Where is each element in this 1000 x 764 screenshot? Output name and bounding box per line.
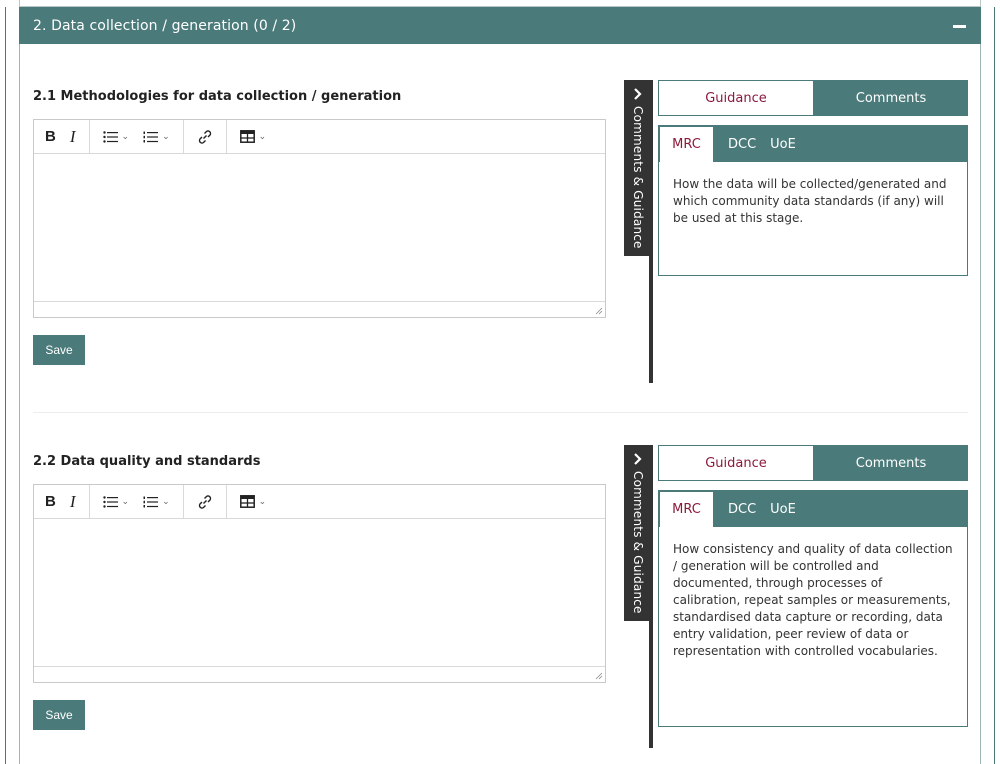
chevron-down-icon: ⌄ [258, 131, 267, 142]
chevron-down-icon: ⌄ [121, 496, 130, 507]
section-title: 2. Data collection / generation (0 / 2) [33, 17, 297, 34]
comments-guidance-toggle[interactable]: Comments & Guidance [624, 80, 653, 256]
numbered-list-icon [143, 496, 159, 507]
link-button[interactable] [190, 494, 220, 510]
link-icon [198, 494, 211, 509]
question-divider [33, 412, 968, 413]
chevron-right-icon [634, 453, 642, 465]
chevron-down-icon: ⌄ [162, 496, 170, 507]
side-tab-label: Comments & Guidance [631, 106, 645, 249]
resize-handle-icon[interactable] [595, 672, 603, 680]
editor-content-area[interactable] [34, 154, 605, 302]
tab-comments[interactable]: Comments [814, 445, 968, 481]
collapse-minus-icon[interactable] [953, 19, 967, 33]
italic-button[interactable]: I [63, 127, 83, 147]
tab-mrc[interactable]: MRC [659, 126, 714, 162]
bullet-list-icon [102, 495, 118, 508]
resize-handle-icon[interactable] [595, 307, 603, 315]
side-tab-label: Comments & Guidance [631, 471, 645, 614]
link-button[interactable] [190, 129, 220, 145]
tab-guidance[interactable]: Guidance [658, 80, 814, 116]
numbered-list-button[interactable]: ⌄ [136, 131, 177, 143]
table-button[interactable]: ⌄ [233, 130, 274, 143]
editor-toolbar: B I ⌄ ⌄ ⌄ [34, 484, 605, 519]
tab-comments[interactable]: Comments [814, 80, 968, 116]
rich-text-editor[interactable]: B I ⌄ ⌄ ⌄ [33, 484, 606, 683]
tab-dcc[interactable]: DCC [714, 491, 770, 527]
chevron-right-icon [634, 88, 642, 100]
table-icon [239, 495, 255, 508]
editor-toolbar: B I ⌄ ⌄ ⌄ [34, 119, 605, 154]
guidance-comments-tabs: Guidance Comments [658, 445, 968, 481]
question-2-1: 2.1 Methodologies for data collection / … [33, 89, 606, 109]
guidance-panel: MRC DCC UoE How the data will be collect… [658, 125, 968, 276]
tab-uoe[interactable]: UoE [770, 491, 810, 527]
guidance-org-tabs: MRC DCC UoE [659, 126, 967, 162]
question-2-2: 2.2 Data quality and standards [33, 454, 606, 474]
bold-button[interactable]: B [38, 493, 63, 510]
save-button[interactable]: Save [33, 700, 85, 730]
tab-uoe[interactable]: UoE [770, 126, 810, 162]
chevron-down-icon: ⌄ [258, 496, 267, 507]
chevron-down-icon: ⌄ [162, 131, 170, 142]
tab-mrc[interactable]: MRC [659, 491, 714, 527]
chevron-down-icon: ⌄ [121, 131, 130, 142]
italic-button[interactable]: I [63, 492, 83, 512]
side-divider-line [649, 621, 653, 748]
guidance-panel: MRC DCC UoE How consistency and quality … [658, 490, 968, 727]
comments-guidance-toggle[interactable]: Comments & Guidance [624, 445, 653, 621]
question-label: 2.1 Methodologies for data collection / … [33, 89, 402, 104]
table-button[interactable]: ⌄ [233, 495, 274, 508]
bullet-list-icon [102, 130, 118, 143]
guidance-text: How the data will be collected/generated… [673, 177, 947, 225]
previous-section-frame [19, 0, 981, 7]
link-icon [198, 129, 211, 144]
tab-dcc[interactable]: DCC [714, 126, 770, 162]
rich-text-editor[interactable]: B I ⌄ ⌄ ⌄ [33, 119, 606, 318]
section-header[interactable]: 2. Data collection / generation (0 / 2) [19, 7, 981, 44]
table-icon [239, 130, 255, 143]
guidance-comments-tabs: Guidance Comments [658, 80, 968, 116]
question-label: 2.2 Data quality and standards [33, 454, 261, 469]
numbered-list-button[interactable]: ⌄ [136, 496, 177, 508]
save-button[interactable]: Save [33, 335, 85, 365]
side-divider-line [649, 256, 653, 383]
bullet-list-button[interactable]: ⌄ [96, 495, 137, 508]
numbered-list-icon [143, 131, 159, 142]
guidance-text: How consistency and quality of data coll… [673, 542, 953, 658]
bullet-list-button[interactable]: ⌄ [96, 130, 137, 143]
guidance-org-tabs: MRC DCC UoE [659, 491, 967, 527]
bold-button[interactable]: B [38, 128, 63, 145]
editor-content-area[interactable] [34, 519, 605, 667]
tab-guidance[interactable]: Guidance [658, 445, 814, 481]
